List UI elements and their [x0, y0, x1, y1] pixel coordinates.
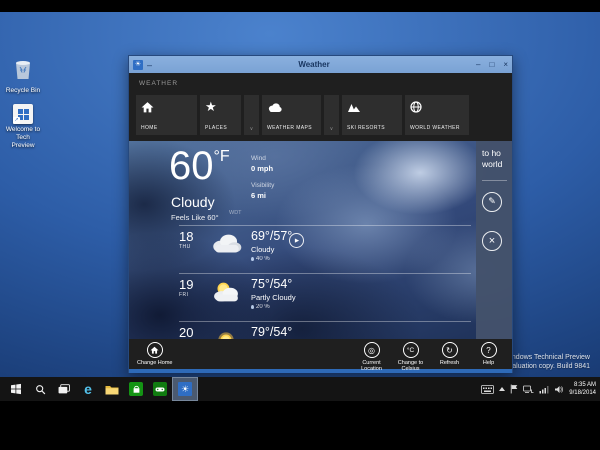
show-hidden-icons-chevron-icon[interactable]: [499, 387, 505, 391]
folder-icon: [105, 384, 119, 395]
panel-divider: [482, 180, 507, 181]
home-circle-icon: [147, 342, 163, 358]
taskbar-clock[interactable]: 8:35 AM 9/18/2014: [569, 381, 596, 397]
menu-tile-world-weather[interactable]: WORLD WEATHER: [405, 95, 469, 135]
start-button[interactable]: [4, 377, 28, 401]
weather-window: ☀ – Weather – □ × WEATHER HOME ★ P: [128, 55, 513, 373]
weather-maps-dropdown-chevron-icon[interactable]: ∨: [324, 95, 339, 135]
visibility-stat: Visibility 6 mi: [251, 182, 274, 200]
xbox-icon: [153, 382, 167, 396]
current-location-button[interactable]: ◎ Current Location: [352, 342, 391, 373]
forecast-row[interactable]: 18 THU 69°/57° Cloudy: [179, 225, 471, 273]
feels-like: Feels Like 60°: [171, 213, 219, 222]
temperature-unit: °F: [214, 148, 230, 165]
search-icon: [35, 384, 46, 395]
app-command-bar: Change Home ◎ Current Location °C Change…: [129, 339, 512, 369]
search-button[interactable]: [28, 377, 52, 401]
menu-tile-places[interactable]: ★ PLACES: [200, 95, 241, 135]
play-forecast-button[interactable]: ▶: [289, 233, 304, 248]
sunny-icon: [209, 328, 245, 339]
internet-explorer-icon: e: [84, 381, 92, 397]
change-to-celsius-button[interactable]: °C Change to Celsius: [391, 342, 430, 373]
desktop-icon-label: Welcome to Tech Preview: [4, 126, 42, 149]
shortcut-arrow-icon: ↗: [13, 117, 20, 124]
taskbar: e ☀: [0, 377, 600, 401]
windows-logo-icon: [10, 383, 22, 395]
recycle-bin-icon: [14, 58, 32, 80]
forecast-list: 18 THU 69°/57° Cloudy: [179, 225, 471, 339]
home-icon: [141, 99, 192, 115]
volume-icon[interactable]: [554, 385, 564, 394]
internet-explorer-button[interactable]: e: [76, 377, 100, 401]
close-button[interactable]: ×: [503, 61, 508, 69]
store-button[interactable]: [124, 377, 148, 401]
precipitation-drop-icon: [251, 257, 254, 261]
play-icon: ▶: [295, 238, 299, 244]
mountains-icon: [347, 99, 397, 115]
store-icon: [129, 382, 143, 396]
precipitation-drop-icon: [251, 305, 254, 309]
refresh-button[interactable]: ↻ Refresh: [430, 342, 469, 373]
desktop-icon-welcome-tech-preview[interactable]: ↗ Welcome to Tech Preview: [4, 104, 42, 149]
app-menu-bar: WEATHER HOME ★ PLACES ∨: [129, 73, 512, 141]
pencil-icon: ✎: [488, 196, 496, 207]
menu-tile-ski-resorts[interactable]: SKI RESORTS: [342, 95, 402, 135]
side-panel: to ho world ✎ ×: [476, 141, 512, 339]
data-provider-attribution: WDT: [229, 210, 242, 216]
weather-app-icon: ☀: [178, 382, 192, 396]
network-icon[interactable]: [523, 385, 534, 394]
screen: Recycle Bin ↗ Welcome to Tech Preview Wi…: [0, 0, 600, 450]
desktop-icon-label: Recycle Bin: [4, 87, 42, 95]
edit-button[interactable]: ✎: [482, 192, 502, 212]
action-center-flag-icon[interactable]: [510, 384, 518, 394]
task-view-icon: [58, 384, 70, 394]
places-dropdown-chevron-icon[interactable]: ∨: [244, 95, 259, 135]
menu-tile-weather-maps[interactable]: WEATHER MAPS: [262, 95, 321, 135]
change-home-button[interactable]: Change Home: [137, 342, 172, 366]
wind-stat: Wind 0 mph: [251, 155, 273, 173]
celsius-icon: °C: [403, 342, 419, 358]
x-icon: ×: [489, 235, 495, 247]
taskbar-weather-app-active[interactable]: ☀: [172, 377, 198, 401]
cloudy-icon: [209, 232, 245, 258]
maximize-button[interactable]: □: [489, 61, 494, 69]
system-tray: 8:35 AM 9/18/2014: [481, 381, 600, 397]
weather-hero-image: 60°F Cloudy Feels Like 60° Wind 0 mph Vi…: [129, 141, 512, 339]
windows-shortcut-icon: ↗: [13, 104, 33, 124]
file-explorer-button[interactable]: [100, 377, 124, 401]
signal-strength-icon[interactable]: [539, 385, 549, 394]
menu-tile-home[interactable]: HOME: [136, 95, 197, 135]
partly-cloudy-icon: [209, 280, 245, 306]
task-view-button[interactable]: [52, 377, 76, 401]
globe-icon: [410, 99, 464, 115]
xbox-button[interactable]: [148, 377, 172, 401]
window-title: Weather: [152, 60, 476, 69]
window-titlebar[interactable]: ☀ – Weather – □ ×: [129, 56, 512, 73]
forecast-row[interactable]: 20 79°/54° Mostly Clear: [179, 321, 471, 339]
location-icon: ◎: [364, 342, 380, 358]
current-condition: Cloudy: [171, 194, 215, 210]
current-temperature: 60°F: [169, 146, 230, 186]
touch-keyboard-icon[interactable]: [481, 385, 494, 394]
clock-date: 9/18/2014: [569, 389, 596, 397]
app-menu-header: WEATHER: [139, 80, 178, 87]
help-icon: ?: [481, 342, 497, 358]
evaluation-watermark: Windows Technical Preview Evaluation cop…: [504, 353, 590, 372]
help-button[interactable]: ? Help: [469, 342, 508, 373]
cloud-icon: [267, 99, 316, 115]
remove-button[interactable]: ×: [482, 231, 502, 251]
forecast-row[interactable]: 19 FRI 75°/54° Part: [179, 273, 471, 321]
clock-time: 8:35 AM: [569, 381, 596, 389]
desktop-icon-recycle-bin[interactable]: Recycle Bin: [4, 58, 42, 95]
star-icon: ★: [205, 99, 236, 115]
minimize-button[interactable]: –: [476, 61, 480, 69]
weather-app-icon: ☀: [133, 60, 143, 70]
refresh-icon: ↻: [442, 342, 458, 358]
